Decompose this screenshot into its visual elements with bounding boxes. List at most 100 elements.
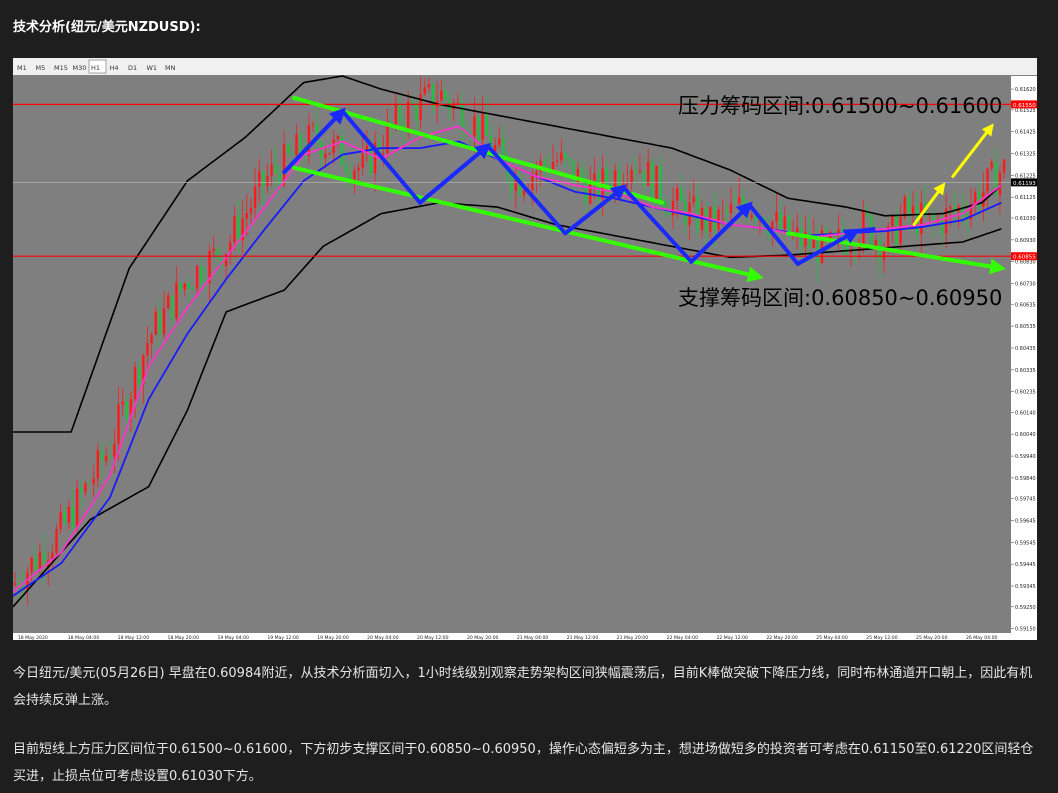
candle-body <box>427 84 431 88</box>
candle-body <box>75 488 79 528</box>
candle-body <box>940 219 944 234</box>
candle-body <box>146 343 149 356</box>
candle-body <box>278 173 282 185</box>
price-tick-label: 0.61125 <box>1015 195 1036 201</box>
candle-body <box>249 207 253 214</box>
timeframe-label-d1: D1 <box>128 64 137 72</box>
candle-body <box>179 282 182 290</box>
candle-body <box>154 311 157 335</box>
candle-body <box>973 192 977 205</box>
time-tick-label: 21 May 12:00 <box>567 635 599 640</box>
candle-body <box>344 165 348 173</box>
candle-body <box>150 334 153 344</box>
candle-body <box>986 168 989 192</box>
timeframe-label-h4: H4 <box>110 64 119 72</box>
price-tick-label: 0.59250 <box>1015 605 1036 611</box>
price-tick-label: 0.60435 <box>1015 346 1036 352</box>
price-tick-label: 0.60730 <box>1015 282 1036 288</box>
timeframe-buttons: M1 M5 M15 M30 H1 H4 D1 W1 MN <box>15 59 180 74</box>
candle-body <box>59 512 62 530</box>
candle-body <box>125 401 128 419</box>
candle-body <box>92 478 95 485</box>
candle-body <box>671 200 675 216</box>
candle-body <box>183 283 186 290</box>
price-tick-label: 0.61425 <box>1015 130 1036 136</box>
time-tick-label: 25 May 04:00 <box>816 635 848 640</box>
price-tick-label: 0.61620 <box>1015 87 1036 93</box>
candle-body <box>357 167 360 171</box>
time-tick-label: 18 May 2020 <box>18 635 48 640</box>
price-tick-label: 0.61325 <box>1015 152 1036 158</box>
candle-body <box>440 90 443 101</box>
candle-body <box>415 104 418 121</box>
candle-body <box>692 196 695 203</box>
candle-body <box>361 153 364 168</box>
candle-body <box>88 483 91 485</box>
candle-body <box>535 171 538 176</box>
candle-body <box>80 488 83 493</box>
chart-svg: M1 M5 M15 M30 H1 H4 D1 W1 MN 0.616200.615250.614… <box>13 58 1037 640</box>
resistance-zone-label: 压力筹码区间:0.61500~0.61600 <box>678 94 1002 118</box>
candle-body <box>191 288 195 290</box>
candle-body <box>990 162 993 169</box>
time-tick-label: 20 May 12:00 <box>417 635 449 640</box>
candle-body <box>717 209 720 230</box>
candle-body <box>299 134 302 154</box>
price-chart: M1 M5 M15 M30 H1 H4 D1 W1 MN 0.61620 0.61525 0.614… <box>13 58 1037 640</box>
time-tick-label: 25 May 12:00 <box>866 635 898 640</box>
candle-body <box>510 177 513 191</box>
resistance-price-tag: 0.61550 <box>1013 103 1036 109</box>
time-tick-label: 22 May 04:00 <box>667 635 699 640</box>
candle-body <box>237 216 240 241</box>
candle-body <box>253 186 257 208</box>
candle-body <box>171 295 174 319</box>
candle-body <box>38 552 42 570</box>
candle-body <box>675 188 679 201</box>
price-tick-label: 0.60335 <box>1015 368 1036 374</box>
candle-body <box>200 266 203 283</box>
price-tick-label: 0.59645 <box>1015 519 1036 525</box>
candle-body <box>187 283 191 289</box>
time-tick-label: 18 May 04:00 <box>68 635 100 640</box>
candle-body <box>630 170 633 184</box>
analysis-paragraph-2: 目前短线上方压力区间位于0.61500~0.61600，下方初步支撑区间于0.6… <box>13 742 1034 784</box>
candle-body <box>899 216 902 244</box>
timeframe-label-m15: M15 <box>54 64 68 72</box>
candle-body <box>742 197 745 208</box>
candle-body <box>117 404 120 444</box>
candle-body <box>324 153 327 158</box>
candle-body <box>96 450 100 479</box>
candle-body <box>175 282 178 319</box>
candle-body <box>903 197 906 217</box>
candle-body <box>477 116 480 140</box>
candle-body <box>162 308 166 335</box>
candle-body <box>555 160 559 163</box>
candle-body <box>340 136 344 166</box>
candle-body <box>911 206 915 215</box>
time-tick-label: 21 May 04:00 <box>517 635 549 640</box>
candle-body <box>638 170 642 173</box>
candle-body <box>882 250 886 261</box>
candle-body <box>750 214 753 218</box>
candle-body <box>67 506 71 523</box>
time-tick-label: 20 May 20:00 <box>467 635 499 640</box>
candle-body <box>696 196 700 231</box>
candle-body <box>738 197 741 204</box>
candle-body <box>353 170 356 180</box>
candle-body <box>485 113 489 136</box>
time-tick-label: 19 May 12:00 <box>267 635 299 640</box>
time-tick-label: 21 May 20:00 <box>617 635 649 640</box>
analysis-paragraph-1: 今日纽元/美元(05月26日) 早盘在0.60984附近，从技术分析面切入，1小… <box>13 666 1033 708</box>
price-tick-label: 0.59840 <box>1015 476 1036 482</box>
candle-body <box>634 170 637 173</box>
candle-body <box>907 197 911 215</box>
candle-body <box>34 557 37 570</box>
candle-body <box>100 450 104 462</box>
candle-body <box>245 213 249 219</box>
timeframe-label-w1: W1 <box>147 64 158 72</box>
candle-body <box>795 227 799 233</box>
candle-body <box>423 87 426 95</box>
candle-body <box>320 142 323 158</box>
price-axis <box>1011 76 1037 633</box>
current-price-tag: 0.61193 <box>1013 181 1036 187</box>
